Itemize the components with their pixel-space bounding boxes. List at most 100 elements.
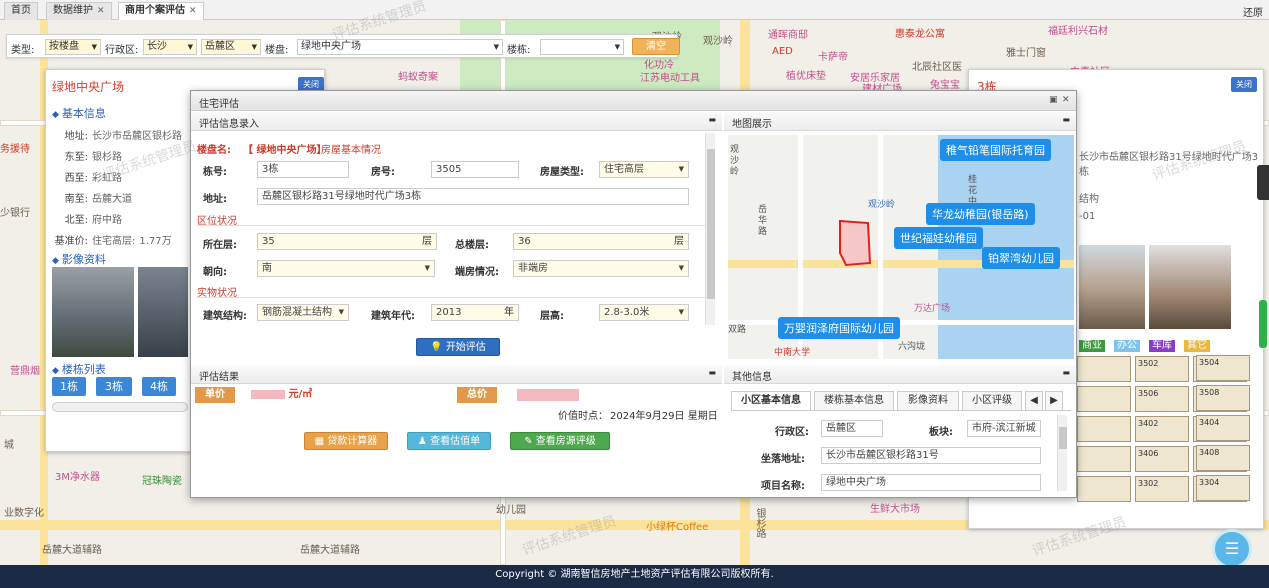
map-poi-bubble[interactable]: 华龙幼稚园(银岳路): [926, 203, 1035, 225]
district-field[interactable]: 岳麓区: [821, 420, 883, 437]
address-input[interactable]: 岳麓区银杉路31号绿地时代广场3栋: [257, 188, 689, 205]
room-no-input[interactable]: 3505: [431, 161, 519, 178]
unit-cell[interactable]: [1077, 476, 1131, 502]
vertical-scrollbar[interactable]: [705, 133, 715, 325]
unit-cell[interactable]: 3508: [1196, 385, 1250, 411]
map-section-header: 地图展示 ▬: [724, 112, 1076, 131]
tab-estate-rating[interactable]: 小区评级: [962, 391, 1022, 410]
unit-cell[interactable]: [1077, 356, 1131, 382]
view-valuation-button[interactable]: ♟ 查看估值单: [407, 432, 491, 450]
unit-cell[interactable]: [1077, 446, 1131, 472]
map-label: 3M净水器: [55, 472, 100, 483]
map-label: 务援待: [0, 144, 30, 155]
structure-select[interactable]: 钢筋混凝土结构 ▼: [257, 304, 349, 321]
house-type-select[interactable]: 住宅高层 ▼: [599, 161, 689, 178]
year-input[interactable]: 2013 年: [431, 304, 519, 321]
building-no-input[interactable]: 3栋: [257, 161, 349, 178]
input-section-header: 评估信息录入 ▬: [191, 112, 722, 131]
button-label: 贷款计算器: [327, 436, 378, 447]
unit-cell[interactable]: 3504: [1196, 355, 1250, 381]
unit-cell[interactable]: [1077, 386, 1131, 412]
unit-cell[interactable]: 3302: [1135, 476, 1189, 502]
close-icon[interactable]: ✕: [97, 6, 105, 16]
unit-cell[interactable]: 3304: [1196, 475, 1250, 501]
tab-scroll-left[interactable]: ◀: [1025, 391, 1043, 410]
row-key: 北至:: [64, 215, 88, 226]
unit-cell[interactable]: 3402: [1135, 416, 1189, 442]
estate-select[interactable]: 绿地中央广场 ▼: [297, 39, 503, 55]
minimize-icon[interactable]: ▬: [708, 368, 716, 377]
map-label: 岳麓大道辅路: [42, 545, 102, 556]
minimize-icon[interactable]: ▬: [1062, 368, 1070, 377]
unit-cell[interactable]: 3502: [1135, 356, 1189, 382]
building-structure: 结构: [1079, 194, 1099, 205]
height-select[interactable]: 2.8-3.0米 ▼: [599, 304, 689, 321]
city-select[interactable]: 长沙 ▼: [143, 39, 197, 55]
vertical-scrollbar[interactable]: [1057, 415, 1067, 491]
tab-media[interactable]: 影像资料: [897, 391, 959, 410]
unit-column-right: 3504 3508 3404 3408 3304: [1196, 355, 1254, 505]
loan-calc-button[interactable]: ▦ 贷款计算器: [304, 432, 388, 450]
map-label: 城: [4, 440, 14, 451]
clear-button[interactable]: 清空: [632, 38, 680, 55]
unit-cell[interactable]: 3404: [1196, 415, 1250, 441]
close-button[interactable]: 关闭: [1231, 77, 1257, 92]
floor-input[interactable]: 35 层: [257, 233, 437, 250]
tab-estate-basic[interactable]: 小区基本信息: [731, 391, 811, 410]
unit-cell[interactable]: [1077, 416, 1131, 442]
building-select[interactable]: ▼: [540, 39, 624, 55]
end-unit-select[interactable]: 非端房 ▼: [513, 260, 689, 277]
section-title: 评估信息录入: [199, 119, 259, 130]
input-value: 长沙市岳麓区银杉路31号: [826, 450, 939, 461]
restore-button[interactable]: 还原: [1243, 4, 1263, 19]
tab-data-maintenance[interactable]: 数据维护 ✕: [46, 2, 112, 20]
view-rating-button[interactable]: ✎ 查看房源评级: [510, 432, 610, 450]
scrollbar-thumb[interactable]: [707, 149, 715, 299]
type-select[interactable]: 按楼盘 ▼: [45, 39, 101, 55]
project-field[interactable]: 绿地中央广场: [821, 474, 1041, 491]
estate-photo[interactable]: [138, 267, 188, 357]
district-select[interactable]: 岳麓区 ▼: [201, 39, 261, 55]
project-label: 项目名称:: [761, 481, 805, 492]
block-field[interactable]: 市府-滨江新城: [967, 420, 1041, 437]
maximize-icon[interactable]: ▣: [1049, 95, 1058, 105]
tab-building-basic[interactable]: 楼栋基本信息: [814, 391, 894, 410]
side-indicator[interactable]: [1259, 300, 1267, 348]
map-poi-bubble[interactable]: 世纪福娃幼稚园: [894, 227, 983, 249]
building-photo[interactable]: [1149, 245, 1231, 329]
map-label: 观沙岭: [868, 200, 896, 210]
unit-cell[interactable]: 3408: [1196, 445, 1250, 471]
start-eval-button[interactable]: 💡 开始评估: [416, 338, 500, 356]
close-icon[interactable]: ✕: [189, 6, 197, 16]
map-poi-bubble[interactable]: 稚气铅笔国际托育园: [940, 139, 1051, 161]
total-floor-input[interactable]: 36 层: [513, 233, 689, 250]
total-price-value: [517, 389, 579, 401]
horizontal-scrollbar[interactable]: [52, 402, 188, 412]
building-photo[interactable]: [1079, 245, 1145, 329]
building-button[interactable]: 3栋: [96, 377, 132, 396]
estate-photo[interactable]: [52, 267, 134, 357]
map-view[interactable]: 观沙岭 岳华路 万达广场 中南大学 双路 六沟垅 观沙岭 桂花中路 稚气铅笔国际…: [728, 135, 1074, 359]
input-value: 岳麓区: [826, 423, 856, 434]
location-field[interactable]: 长沙市岳麓区银杉路31号: [821, 447, 1041, 464]
close-icon[interactable]: ✕: [1062, 95, 1070, 105]
footer: Copyright © 湖南智信房地产土地资产评估有限公司版权所有.: [0, 565, 1269, 588]
building-button[interactable]: 4栋: [142, 377, 176, 396]
tab-scroll-right[interactable]: ▶: [1045, 391, 1063, 410]
minimize-icon[interactable]: ▬: [708, 115, 716, 124]
chat-icon[interactable]: ☰: [1212, 529, 1252, 569]
map-poi-bubble[interactable]: 万婴润泽府国际幼儿园: [778, 317, 900, 339]
orientation-select[interactable]: 南 ▼: [257, 260, 435, 277]
map-poi-bubble[interactable]: 铂翠湾幼儿园: [982, 247, 1060, 269]
unit-cell[interactable]: 3406: [1135, 446, 1189, 472]
chevron-left-icon: ◀: [1030, 395, 1038, 406]
tab-home[interactable]: 首页: [4, 2, 38, 20]
tab-commercial-eval[interactable]: 商用个案评估 ✕: [118, 2, 204, 20]
input-value: 35: [262, 236, 275, 247]
building-button[interactable]: 1栋: [52, 377, 86, 396]
minimize-icon[interactable]: ▬: [1062, 115, 1070, 124]
scrollbar-thumb[interactable]: [1059, 427, 1067, 449]
tab-label: 数据维护: [53, 5, 93, 16]
unit-cell[interactable]: 3506: [1135, 386, 1189, 412]
side-handle[interactable]: [1257, 165, 1269, 200]
